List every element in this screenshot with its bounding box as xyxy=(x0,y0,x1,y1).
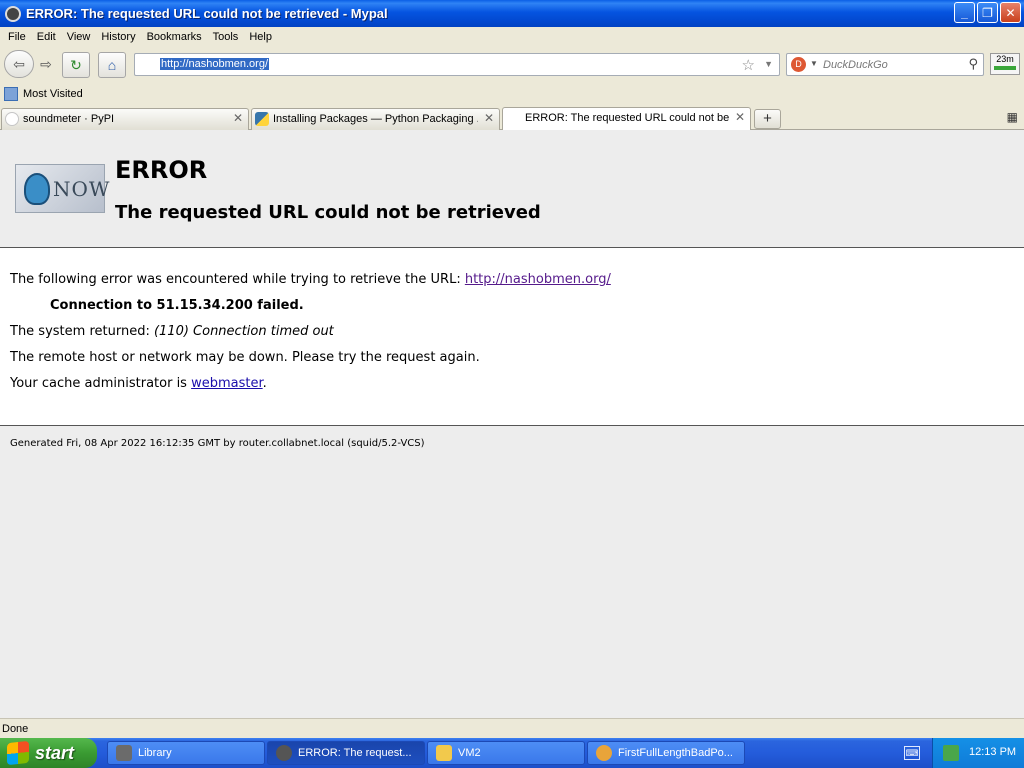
start-label: start xyxy=(35,742,75,763)
menu-file[interactable]: File xyxy=(4,31,33,43)
requested-url-link[interactable]: http://nashobmen.org/ xyxy=(465,272,611,287)
taskbar-item-library[interactable]: Library xyxy=(107,741,265,765)
cache-admin-label: Your cache administrator is xyxy=(10,376,192,391)
close-window-button[interactable]: ✕ xyxy=(1000,2,1021,23)
generated-footer: Generated Fri, 08 Apr 2022 16:12:35 GMT … xyxy=(10,438,425,449)
menu-edit[interactable]: Edit xyxy=(33,31,63,43)
taskbar-item-label: VM2 xyxy=(458,747,481,759)
folder-icon xyxy=(436,745,452,761)
most-visited-folder-icon[interactable] xyxy=(4,87,18,101)
cache-admin-suffix: . xyxy=(262,376,267,391)
library-icon xyxy=(116,745,132,761)
reload-button[interactable]: ↻ xyxy=(62,52,90,78)
taskbar-item-label: Library xyxy=(138,747,172,759)
tab-close-icon[interactable]: ✕ xyxy=(735,110,745,124)
navigation-toolbar: ⇦ ⇨ ↻ ⌂ http://nashobmen.org/ ☆ ▼ D ▼ Du… xyxy=(0,46,1024,84)
mypal-app-icon[interactable] xyxy=(5,5,21,22)
tab-error-page[interactable]: ERROR: The requested URL could not be...… xyxy=(502,107,751,131)
tab-installing-packages[interactable]: Installing Packages — Python Packaging .… xyxy=(251,108,500,130)
bookmarks-toolbar: Most Visited xyxy=(0,84,1024,106)
menu-help[interactable]: Help xyxy=(245,31,279,43)
addon-timer-label: 23m xyxy=(996,54,1014,64)
tab-label: Installing Packages — Python Packaging .… xyxy=(273,113,478,125)
squid-now-logo: NOW xyxy=(15,164,109,213)
media-player-icon xyxy=(596,745,612,761)
taskbar-item-error-page[interactable]: ERROR: The request... xyxy=(267,741,425,765)
url-text[interactable]: http://nashobmen.org/ xyxy=(160,58,270,70)
bookmark-most-visited[interactable]: Most Visited xyxy=(23,88,83,100)
python-favicon-icon xyxy=(255,112,269,126)
tab-soundmeter-pypi[interactable]: soundmeter · PyPI ✕ xyxy=(1,108,249,130)
window-controls: _ ❐ ✕ xyxy=(954,2,1021,23)
webmaster-link[interactable]: webmaster xyxy=(191,376,263,391)
keyboard-icon[interactable]: ⌨ xyxy=(904,746,920,760)
connection-failed-text: Connection to 51.15.34.200 failed. xyxy=(50,298,304,313)
taskbar-item-vm2[interactable]: VM2 xyxy=(427,741,585,765)
window-titlebar[interactable]: ERROR: The requested URL could not be re… xyxy=(0,0,1024,27)
taskbar-item-label: FirstFullLengthBadPo... xyxy=(618,747,733,759)
windows-logo-icon xyxy=(7,740,29,766)
tab-list-icon[interactable]: ▦ xyxy=(1007,110,1018,124)
system-returned-label: The system returned: xyxy=(10,324,154,339)
menu-history[interactable]: History xyxy=(97,31,142,43)
new-tab-button[interactable]: + xyxy=(754,109,781,129)
url-bar[interactable]: http://nashobmen.org/ ☆ ▼ xyxy=(134,53,780,76)
logo-text: NOW xyxy=(53,177,111,201)
back-button[interactable]: ⇦ xyxy=(4,50,34,78)
forward-button[interactable]: ⇨ xyxy=(34,52,58,76)
squid-icon xyxy=(24,173,50,205)
error-heading: ERROR xyxy=(115,156,208,184)
search-input[interactable]: DuckDuckGo xyxy=(823,59,888,71)
minimize-button[interactable]: _ xyxy=(954,2,975,23)
menu-tools[interactable]: Tools xyxy=(209,31,246,43)
menu-view[interactable]: View xyxy=(63,31,98,43)
windows-taskbar: start Library ERROR: The request... VM2 … xyxy=(0,738,1024,768)
taskbar-item-firstfulllength[interactable]: FirstFullLengthBadPo... xyxy=(587,741,745,765)
addon-progress-bar xyxy=(994,66,1016,70)
url-history-dropdown-icon[interactable]: ▼ xyxy=(764,59,773,69)
window-title: ERROR: The requested URL could not be re… xyxy=(26,6,388,21)
tray-clock[interactable]: 12:13 PM xyxy=(969,746,1016,758)
system-tray: 12:13 PM xyxy=(932,738,1024,768)
search-engine-dropdown-icon[interactable]: ▼ xyxy=(810,59,818,68)
error-header: NOW ERROR The requested URL could not be… xyxy=(0,130,1024,248)
network-tray-icon[interactable] xyxy=(943,745,959,761)
home-button[interactable]: ⌂ xyxy=(98,52,126,78)
duckduckgo-icon[interactable]: D xyxy=(791,57,806,72)
remote-host-text: The remote host or network may be down. … xyxy=(10,350,480,365)
tab-label: ERROR: The requested URL could not be... xyxy=(525,112,730,124)
page-content: NOW ERROR The requested URL could not be… xyxy=(0,130,1024,718)
tab-close-icon[interactable]: ✕ xyxy=(484,111,494,125)
taskbar-item-label: ERROR: The request... xyxy=(298,747,412,759)
search-bar[interactable]: D ▼ DuckDuckGo ⚲ xyxy=(786,53,984,76)
system-returned-line: The system returned: (110) Connection ti… xyxy=(10,324,334,339)
mypal-icon xyxy=(276,745,292,761)
menu-bookmarks[interactable]: Bookmarks xyxy=(143,31,209,43)
status-text: Done xyxy=(2,723,29,735)
status-bar: Done xyxy=(0,718,1024,738)
system-returned-value: (110) Connection timed out xyxy=(153,324,334,339)
tab-strip: soundmeter · PyPI ✕ Installing Packages … xyxy=(0,106,1024,131)
error-body: The following error was encountered whil… xyxy=(0,248,1024,426)
maximize-button[interactable]: ❐ xyxy=(977,2,998,23)
search-icon[interactable]: ⚲ xyxy=(968,56,978,72)
error-subheading: The requested URL could not be retrieved xyxy=(115,202,541,223)
error-intro-text: The following error was encountered whil… xyxy=(10,272,465,287)
start-button[interactable]: start xyxy=(0,738,97,768)
cache-admin-line: Your cache administrator is webmaster. xyxy=(10,376,267,391)
addon-timer-button[interactable]: 23m xyxy=(990,53,1020,75)
blank-favicon-icon xyxy=(5,112,19,126)
menu-bar: File Edit View History Bookmarks Tools H… xyxy=(0,27,1024,46)
bookmark-star-icon[interactable]: ☆ xyxy=(742,56,755,74)
tab-label: soundmeter · PyPI xyxy=(23,113,115,125)
tab-close-icon[interactable]: ✕ xyxy=(233,111,243,125)
error-intro-line: The following error was encountered whil… xyxy=(10,272,611,287)
